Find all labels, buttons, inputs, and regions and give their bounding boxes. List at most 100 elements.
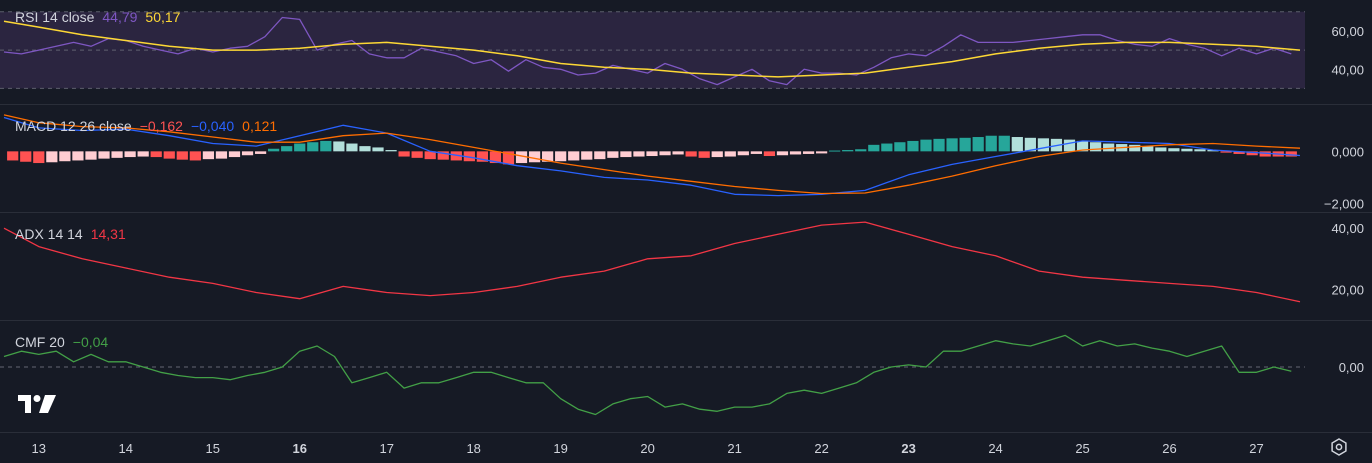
macd-histogram-bar (411, 151, 423, 158)
macd-histogram-bar (698, 151, 710, 158)
macd-histogram-bar (711, 151, 723, 158)
price-axis-label: 20,00 (1331, 282, 1364, 297)
macd-histogram-bar (59, 151, 71, 162)
rsi-ma-legend-value: 50,17 (145, 9, 181, 25)
macd-histogram-bar (359, 146, 371, 152)
time-axis-label: 19 (553, 441, 567, 456)
macd-histogram-bar (137, 151, 149, 157)
macd-histogram-bar (959, 137, 971, 152)
macd-histogram-bar (789, 151, 802, 155)
macd-histogram-bar (320, 140, 332, 152)
macd-histogram-bar (528, 151, 541, 163)
adx-legend-name: ADX 14 14 (15, 226, 83, 242)
macd-histogram-bar (46, 151, 58, 163)
macd-histogram-bar (1129, 144, 1141, 152)
rsi-legend[interactable]: RSI 14 close 44,79 50,17 (15, 9, 180, 26)
macd-histogram-bar (985, 135, 997, 152)
macd-histogram-bar (33, 151, 45, 164)
macd-histogram-bar (372, 147, 384, 152)
macd-histogram-bar (998, 135, 1010, 152)
time-axis-label: 26 (1162, 441, 1176, 456)
time-axis-label: 14 (119, 441, 133, 456)
macd-histogram-bar (855, 149, 867, 152)
macd-histogram-bar (254, 151, 267, 154)
time-axis-label: 20 (640, 441, 654, 456)
macd-histogram-bar (1011, 137, 1023, 152)
price-axis-label: 40,00 (1331, 62, 1364, 77)
macd-histogram-bar (881, 143, 893, 152)
macd-histogram-bar (972, 137, 984, 152)
macd-histogram-bar (829, 150, 841, 152)
time-axis-label: 13 (32, 441, 46, 456)
time-axis-label: 22 (814, 441, 828, 456)
rsi-band-layer (0, 11, 1305, 89)
macd-histogram-bar (1103, 143, 1115, 152)
macd-histogram-bar (307, 142, 319, 152)
time-axis-label: 17 (379, 441, 393, 456)
cmf-legend-value: −0,04 (72, 334, 109, 350)
time-axis-label: 15 (206, 441, 220, 456)
macd-histogram-bar (581, 151, 593, 160)
macd-histogram-bar (385, 150, 397, 152)
macd-histogram-bar (7, 151, 19, 161)
time-axis-label: 27 (1249, 441, 1263, 456)
macd-histogram-bar (163, 151, 175, 159)
price-axis-label: 60,00 (1331, 24, 1364, 39)
time-axis-label: 16 (292, 441, 306, 456)
time-axis-label: 25 (1075, 441, 1089, 456)
macd-histogram-bar (737, 151, 749, 156)
cmf-line (3, 334, 1292, 416)
macd-histogram-bar (268, 148, 280, 152)
cmf-legend-name: CMF 20 (15, 334, 65, 350)
macd-histogram-bar (124, 151, 136, 158)
macd-histogram-bar (659, 151, 671, 156)
macd-line-legend-value: −0,040 (190, 118, 235, 134)
macd-histogram-bar (346, 143, 358, 152)
macd-histogram-bar (842, 150, 854, 152)
macd-histogram-bar (907, 140, 919, 152)
macd-histogram-bar (802, 151, 815, 154)
macd-histogram-bar (776, 151, 789, 156)
macd-histogram-bar (816, 151, 828, 154)
macd-histogram-bar (1155, 147, 1167, 152)
time-axis-label: 18 (466, 441, 480, 456)
macd-histogram-bar (750, 151, 762, 154)
macd-histogram-bar (646, 151, 658, 157)
macd-histogram-bar (594, 151, 606, 160)
price-axis-label: 0,00 (1339, 360, 1364, 375)
macd-signal-legend-value: 0,121 (242, 118, 278, 134)
macd-histogram-bar (763, 151, 776, 157)
price-axis-label: 0,000 (1331, 144, 1364, 159)
rsi-legend-value: 44,79 (102, 9, 138, 25)
macd-histogram-bar (672, 151, 684, 155)
macd-histogram-bar (228, 151, 241, 158)
macd-histogram-bar (72, 151, 84, 161)
adx-legend[interactable]: ADX 14 14 14,31 (15, 226, 126, 243)
macd-histogram-bar (868, 144, 880, 152)
macd-histogram-bar (189, 151, 201, 161)
gear-icon[interactable] (1330, 438, 1348, 456)
macd-histogram-bar (398, 151, 410, 157)
macd-histogram-bar (150, 151, 162, 158)
macd-histogram-bar (1194, 149, 1206, 152)
macd-histogram-bar (555, 151, 567, 162)
macd-histogram-bar (176, 151, 188, 160)
tradingview-logo-icon[interactable] (18, 393, 58, 415)
cmf-legend[interactable]: CMF 20 −0,04 (15, 334, 108, 351)
indicator-chart[interactable]: 60,00 40,00 0,000 −2,000 40,00 20,00 0,00 13 14… (0, 0, 1372, 463)
macd-histogram-bar (920, 139, 932, 152)
macd-histogram-bar (1063, 139, 1076, 152)
macd-histogram-legend-value: −0,162 (139, 118, 183, 134)
macd-legend[interactable]: MACD 12 26 close −0,162 −0,040 0,121 (15, 118, 277, 135)
macd-histogram-bar (620, 151, 632, 158)
macd-histogram-bar (333, 141, 345, 152)
macd-histogram-bar (1037, 138, 1050, 152)
macd-histogram-bar (281, 146, 293, 152)
price-axis-label: −2,000 (1324, 196, 1364, 211)
macd-histogram-bar (568, 151, 580, 161)
adx-line (3, 221, 1301, 303)
macd-histogram-bar (98, 151, 110, 159)
macd-histogram-bar (724, 151, 736, 157)
macd-histogram-bar (633, 151, 645, 157)
macd-histogram-bar (20, 151, 32, 162)
